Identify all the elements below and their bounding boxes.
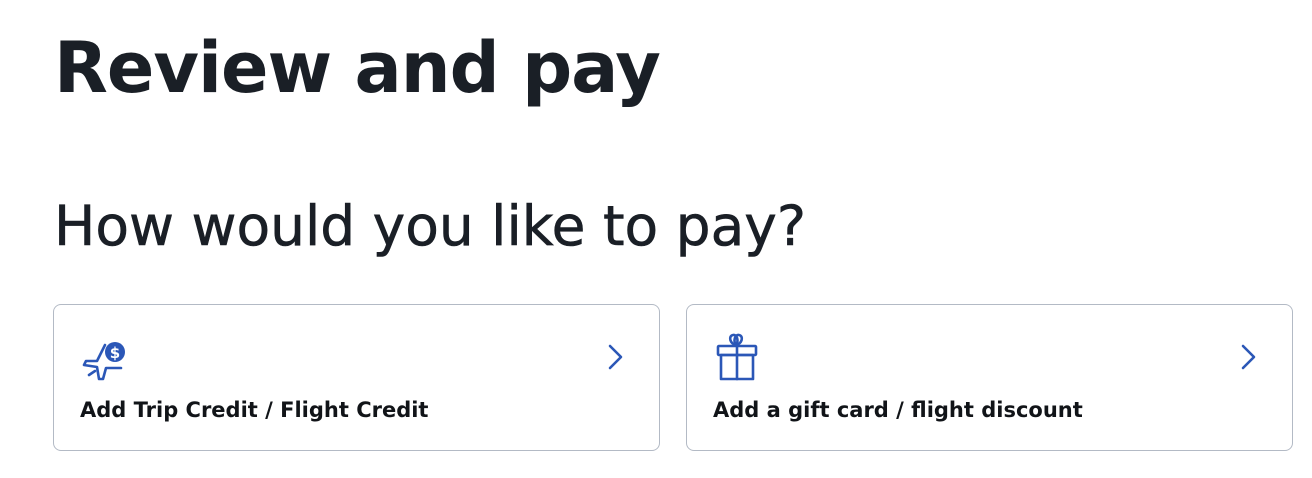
gift-icon — [716, 333, 758, 381]
trip-credit-label: Add Trip Credit / Flight Credit — [80, 398, 429, 422]
chevron-right-icon — [608, 344, 623, 370]
payment-heading: How would you like to pay? — [54, 194, 807, 259]
add-trip-credit-card[interactable]: $ Add Trip Credit / Flight Credit — [53, 304, 660, 451]
chevron-right-icon — [1241, 344, 1256, 370]
svg-text:$: $ — [110, 344, 120, 362]
add-gift-card-card[interactable]: Add a gift card / flight discount — [686, 304, 1293, 451]
plane-dollar-icon: $ — [82, 342, 125, 381]
gift-card-label: Add a gift card / flight discount — [713, 398, 1083, 422]
payment-options: $ Add Trip Credit / Flight Credit Add a … — [53, 304, 1293, 451]
page-title: Review and pay — [54, 27, 661, 109]
